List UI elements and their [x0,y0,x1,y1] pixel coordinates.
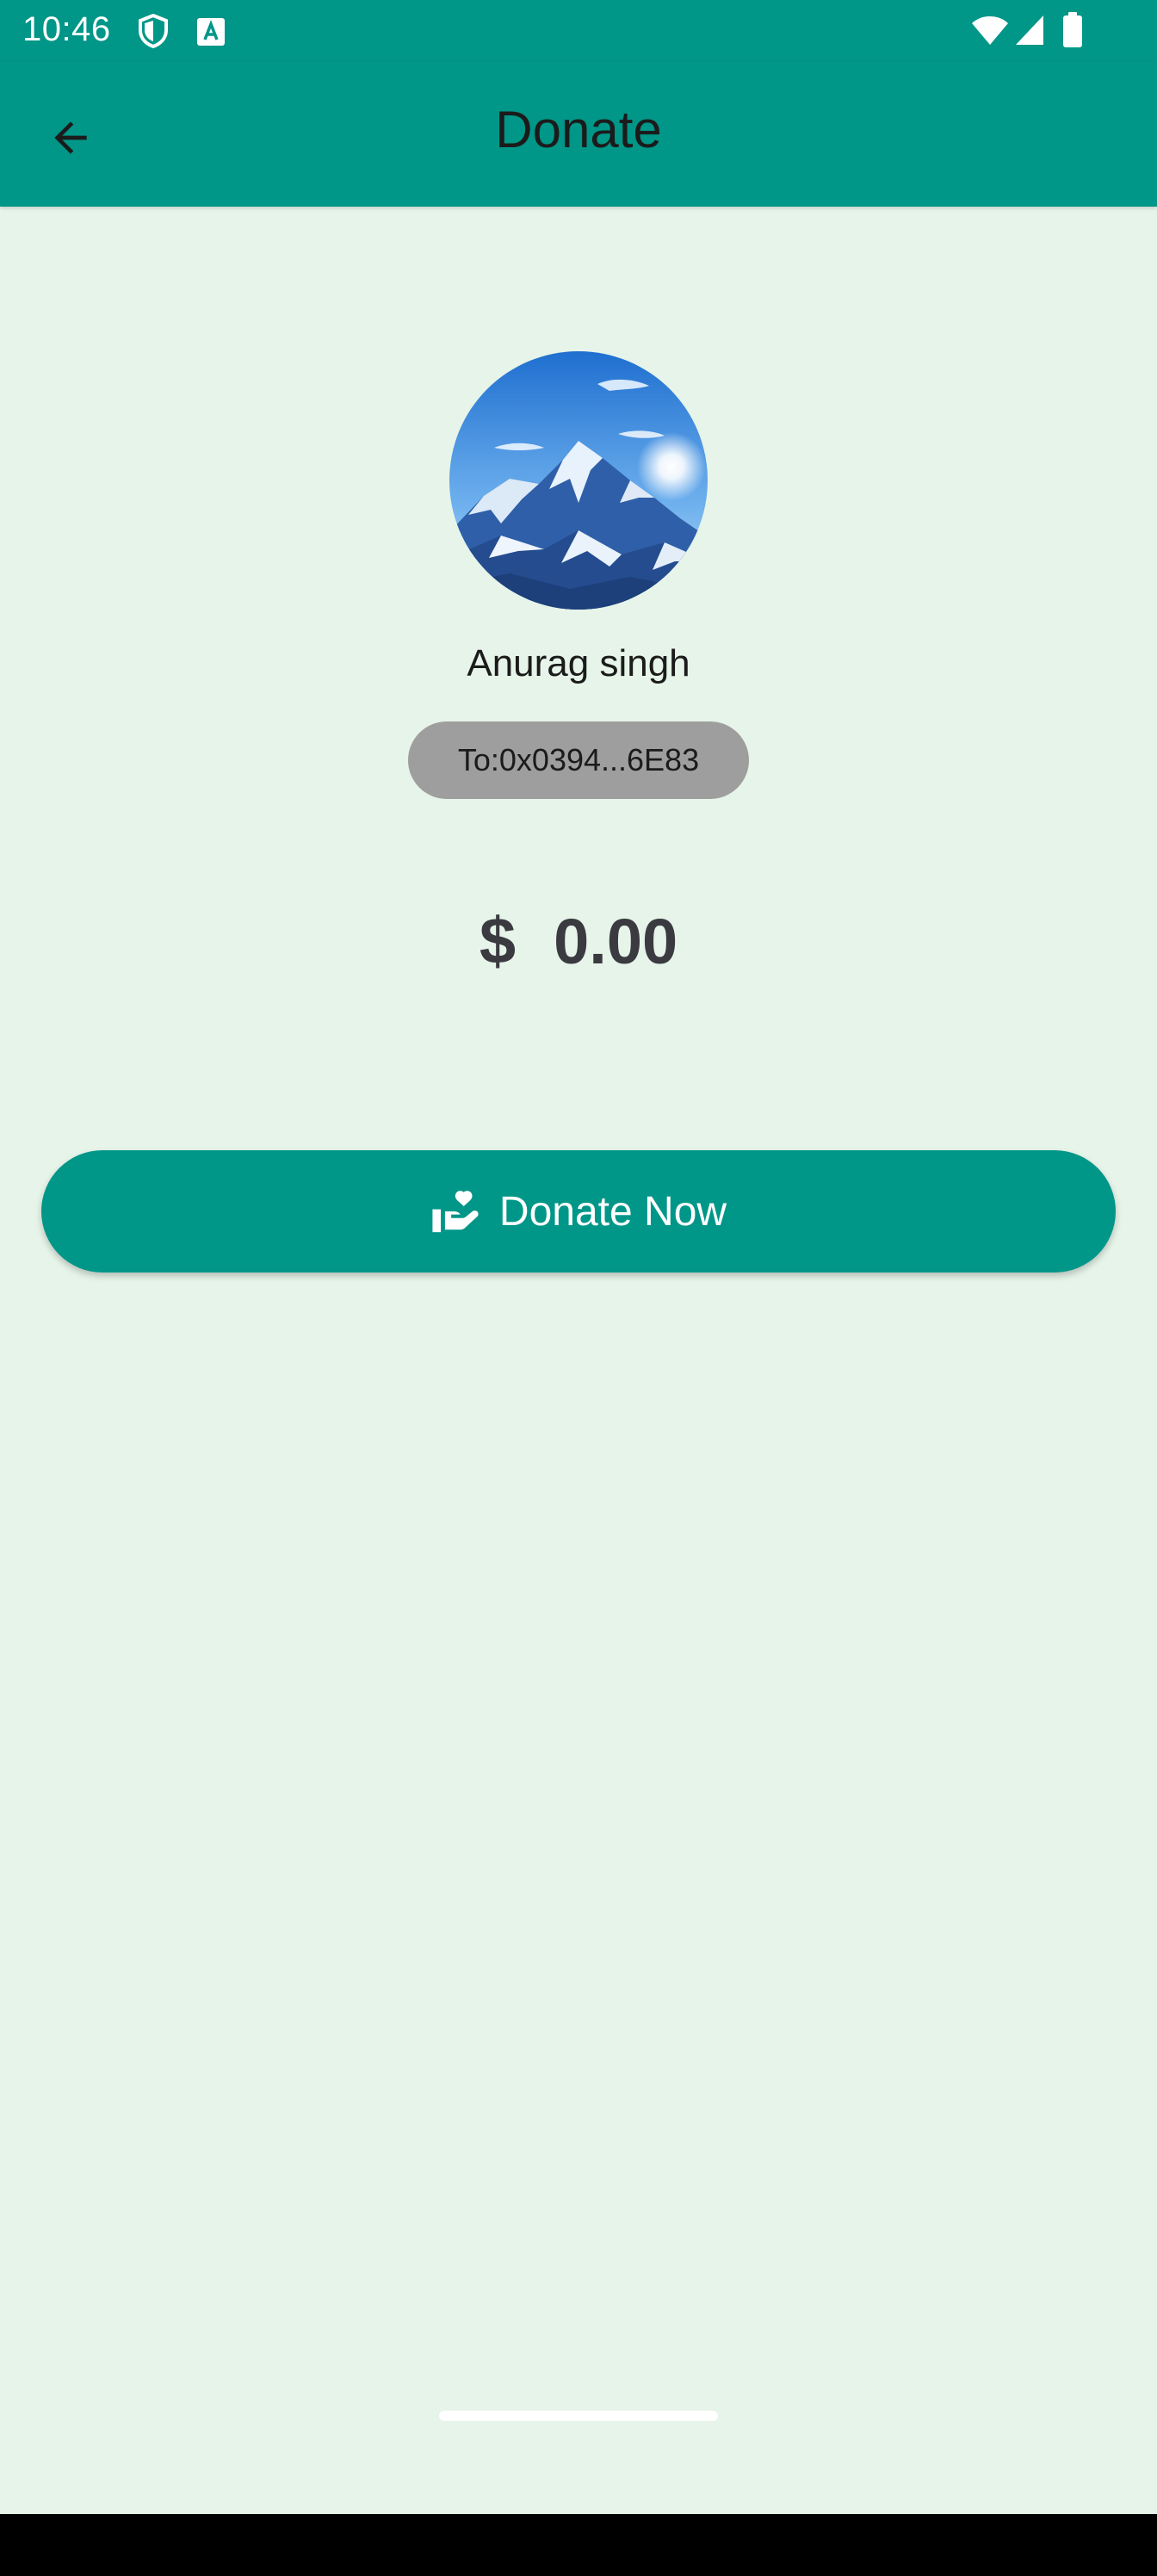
navigation-bar [0,2514,1157,2576]
status-time: 10:46 [22,10,111,48]
amount-value: 0.00 [554,906,678,977]
app-bar: Donate [0,62,1157,207]
battery-icon [1063,12,1082,47]
address-chip[interactable]: To:0x0394...6E83 [408,721,749,799]
amount-input[interactable]: $ 0.00 [0,904,1157,979]
mountain-landscape-image [449,351,708,610]
wifi-icon [972,16,1008,45]
donate-now-button[interactable]: Donate Now [41,1150,1116,1273]
recipient-avatar [449,351,708,610]
page-title: Donate [495,101,662,158]
text-a-icon [197,18,225,46]
status-bar: 10:46 [0,0,1157,62]
home-gesture-handle[interactable] [439,2411,718,2421]
donate-now-label: Donate Now [498,1188,727,1235]
hand-heart-icon [432,1191,479,1233]
currency-symbol: $ [479,905,517,978]
recipient-name: Anurag singh [467,642,690,684]
shield-icon [139,14,168,48]
cell-signal-icon [1016,15,1043,45]
